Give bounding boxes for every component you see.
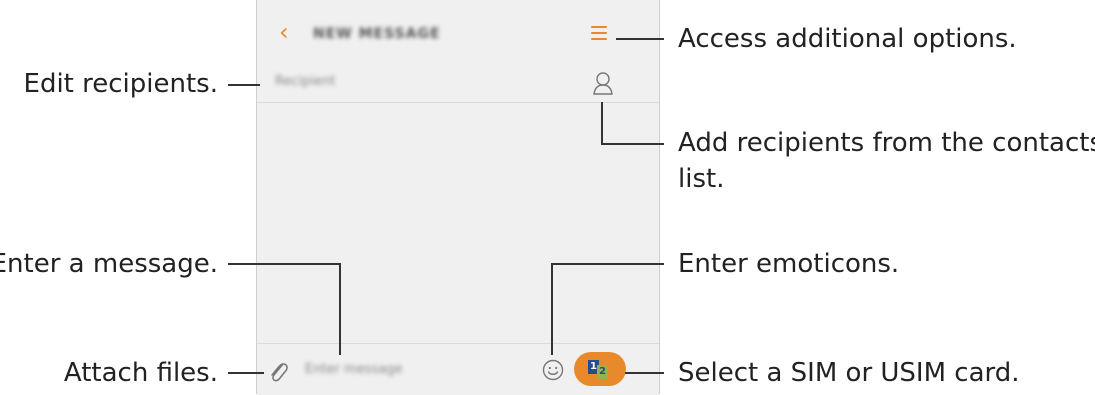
callout-line-recipients: [228, 84, 260, 86]
callout-line-options: [616, 38, 664, 40]
screen-title: NEW MESSAGE: [313, 26, 441, 42]
recipient-field[interactable]: Recipient: [257, 64, 659, 103]
label-enter-emoticons: Enter emoticons.: [678, 249, 900, 279]
contact-icon[interactable]: [591, 70, 615, 96]
callout-line-contacts-v: [601, 102, 603, 144]
label-add-from-contacts-1: Add recipients from the contacts: [678, 128, 1095, 158]
callout-line-emoticons-h: [551, 263, 664, 265]
callout-line-contacts-h: [601, 143, 664, 145]
composer-bar: Enter message 1 2: [257, 343, 659, 395]
back-icon[interactable]: ‹: [279, 20, 299, 44]
label-additional-options: Access additional options.: [678, 24, 1017, 54]
phone-screen: ‹ NEW MESSAGE Recipient Enter message 1 …: [256, 0, 660, 395]
label-attach-files: Attach files.: [63, 358, 218, 388]
callout-line-sim: [625, 372, 664, 374]
menu-icon[interactable]: [591, 24, 609, 42]
sim-card-button[interactable]: 1 2: [574, 352, 626, 386]
recipient-placeholder: Recipient: [275, 74, 336, 89]
message-input[interactable]: Enter message: [305, 362, 402, 377]
callout-line-attach: [228, 372, 264, 374]
callout-line-message-h: [228, 263, 340, 265]
label-enter-message: Enter a message.: [0, 249, 218, 279]
callout-line-message-v: [339, 263, 341, 355]
conversation-area: [257, 103, 659, 343]
app-bar: ‹ NEW MESSAGE: [257, 0, 659, 64]
emoticon-icon[interactable]: [542, 359, 564, 381]
sim-card-2-icon: 2: [597, 365, 608, 379]
paperclip-icon[interactable]: [267, 358, 289, 384]
label-edit-recipients: Edit recipients.: [23, 69, 218, 99]
label-add-from-contacts-2: list.: [678, 164, 725, 194]
label-select-sim: Select a SIM or USIM card.: [678, 358, 1020, 388]
callout-line-emoticons-v: [551, 263, 553, 355]
